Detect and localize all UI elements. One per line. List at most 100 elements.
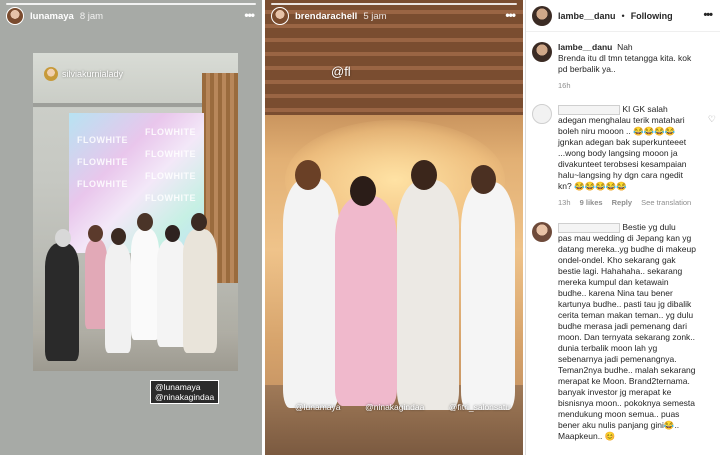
person-head (88, 225, 103, 242)
person-head (55, 229, 71, 247)
comment-line: ondel-ondel. Kho sekarang gak (558, 255, 676, 265)
comment-line: halu~langsing hy dgn cara ngedit (558, 170, 683, 180)
comment-line: bisnisnya moon.. pokoknya semesta (558, 398, 696, 408)
mention-ninakagindaa[interactable]: @ninakagindaa (365, 402, 424, 412)
person-figure (85, 239, 107, 329)
comment-line: adegan menghalau terik matahari (558, 115, 685, 125)
more-options-icon[interactable]: ••• (244, 8, 255, 22)
person-head (350, 176, 376, 206)
comment-line: ...wong body langsing mooon ja (558, 148, 678, 158)
caption-time: 16h (558, 81, 571, 90)
tagged-user[interactable]: silviakurnialady (44, 67, 123, 81)
comment-likes[interactable]: 9 likes (580, 198, 603, 207)
comment-line: datang mereka..yg budhe di makeup (558, 244, 696, 254)
person-figure (183, 229, 217, 353)
person-figure (283, 178, 339, 408)
person-head (295, 160, 321, 190)
mention-ninakagindaa[interactable]: @ninakagindaa (155, 392, 214, 402)
comment-line: mereka kumpul dan ketawain (558, 277, 669, 287)
author-username[interactable]: lambe__danu (558, 11, 616, 21)
comment-item: KI GK salah adegan menghalau terik matah… (532, 104, 718, 207)
caption-meta: 16h (558, 81, 691, 90)
comment-line: moon. Dan ternyata sekarang zonk.. (558, 332, 696, 342)
mention-lunamaya[interactable]: @lunamaya (295, 402, 340, 412)
person-head (111, 228, 126, 245)
comment-text: KI GK salah adegan menghalau terik matah… (558, 104, 698, 192)
person-figure (461, 182, 515, 410)
person-figure (335, 196, 397, 406)
author-avatar[interactable] (532, 5, 552, 26)
reply-button[interactable]: Reply (612, 198, 632, 207)
person-head (471, 165, 496, 194)
story-avatar[interactable] (271, 7, 289, 25)
story-avatar[interactable] (6, 7, 24, 25)
person-figure (397, 180, 459, 410)
comment-line: budhe.. karena Nina tau bener (558, 288, 673, 298)
comments-panel: lambe__danu • Following ••• lambe__danu … (525, 0, 720, 455)
story-header: lunamaya 8 jam (6, 7, 103, 25)
comment-line: bestie lagi. Hahahaha.. sekarang (558, 266, 683, 276)
comment-line: boleh niru mooon .. 😂😂😂😂 (558, 126, 676, 136)
tagged-username: silviakurnialady (62, 69, 124, 79)
mention-lunamaya[interactable]: @lunamaya (155, 382, 214, 392)
caption-line: Brenda itu dl tmn tetangga kita. kok (558, 53, 692, 63)
comment-line: Teman2nya budhe.. malah sekarang (558, 365, 696, 375)
person-head (191, 213, 207, 231)
commenter-avatar[interactable] (532, 222, 552, 242)
separator-dot: • (621, 10, 625, 21)
person-head (137, 213, 153, 231)
comment-line: kn? 😂😂😂😂😂 (558, 181, 627, 191)
person-figure (131, 228, 159, 340)
like-heart-icon[interactable]: ♡ (708, 114, 716, 125)
comment-text: Bestie yg dulu pas mau wedding di Jepang… (558, 222, 696, 442)
caption-line: pd berbalik ya.. (558, 64, 616, 74)
story-progress-bar (271, 3, 517, 5)
backdrop-text: FLOWHITE (145, 127, 196, 137)
comment-line: Bestie yg dulu (622, 222, 676, 232)
tagged-user-avatar (44, 67, 58, 81)
redacted-username[interactable] (558, 104, 620, 115)
post-caption: lambe__danu Nah Brenda itu dl tmn tetang… (532, 42, 715, 90)
comment-item: Bestie yg dulu pas mau wedding di Jepang… (532, 222, 718, 442)
mention-fitri-salonsatu[interactable]: @fitri_salonsatu (449, 402, 510, 412)
comment-line: budhe merasa jadi pemenang dari (558, 321, 688, 331)
story-username[interactable]: brendarachell (295, 11, 357, 22)
comment-time: 13h (558, 198, 571, 207)
story-username[interactable]: lunamaya (30, 11, 74, 22)
sign-text: @fl (331, 64, 351, 79)
comment-line: pas mau wedding di Jepang kan yg (558, 233, 692, 243)
story-lunamaya[interactable]: lunamaya 8 jam ••• FLOWHITE FLOWHITE FLO… (0, 0, 262, 455)
following-button[interactable]: Following (631, 11, 673, 21)
backdrop-text: FLOWHITE (145, 149, 196, 159)
caption-text: lambe__danu Nah Brenda itu dl tmn tetang… (558, 42, 691, 75)
comment-line: merapat ke Moon. Brand2ternama. (558, 376, 690, 386)
story-header: brendarachell 5 jam (271, 7, 387, 25)
comment-line: banyak investor jg merapat ke (558, 387, 672, 397)
backdrop-text: FLOWHITE (77, 179, 128, 189)
mention-sticker[interactable]: @lunamaya @ninakagindaa (150, 380, 220, 404)
caption-avatar[interactable] (532, 42, 552, 62)
caption-username[interactable]: lambe__danu (558, 42, 612, 52)
redacted-username[interactable] (558, 222, 620, 233)
see-translation-link[interactable]: See translation (641, 198, 691, 207)
story-photo: FLOWHITE FLOWHITE FLOWHITE FLOWHITE FLOW… (33, 53, 238, 371)
caption-line: Nah (617, 42, 633, 52)
comment-line: Maapkeun.. 😊 (558, 431, 616, 441)
person-figure (105, 243, 131, 353)
story-brendarachell[interactable]: brendarachell 5 jam ••• @fl @lunamaya @n… (265, 0, 523, 455)
backdrop-text: FLOWHITE (145, 171, 196, 181)
mention-tags: @lunamaya @ninakagindaa @fitri_salonsatu (295, 402, 510, 412)
story-photo (265, 0, 523, 455)
comment-line: mendukung moon semua.. puas (558, 409, 680, 419)
person-figure (45, 243, 79, 361)
story-time: 8 jam (79, 10, 104, 22)
comment-meta: 13h 9 likes Reply See translation (558, 198, 698, 207)
story-time: 5 jam (363, 10, 387, 22)
comment-line: sebenarnya jadi pemenangnya. (558, 354, 677, 364)
more-options-icon[interactable]: ••• (505, 8, 516, 22)
commenter-avatar[interactable] (532, 104, 552, 124)
comment-line: divakunteet terobsesi kesampaian (558, 159, 687, 169)
more-options-icon[interactable]: ••• (703, 9, 713, 21)
comment-line: kartunya budhe.. pasti tau jg dibalik (558, 299, 692, 309)
comment-line: bener aku nulis panjang gini😂.. (558, 420, 680, 430)
